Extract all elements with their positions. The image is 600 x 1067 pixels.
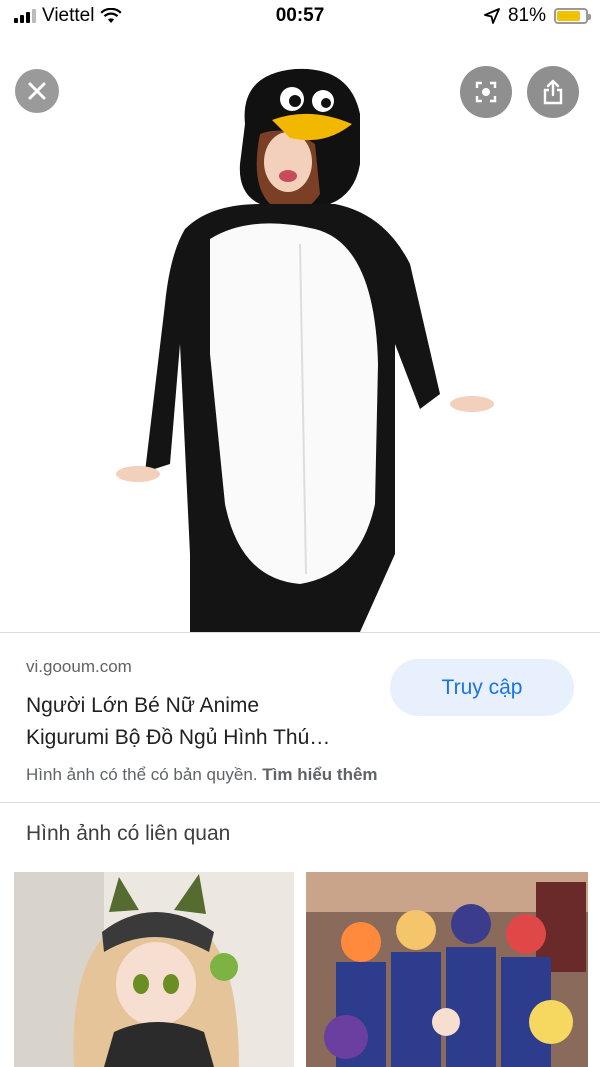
location-arrow-icon [484,8,500,24]
result-title-line-1: Người Lớn Bé Nữ Anime [26,694,260,717]
status-bar: Viettel 00:57 81% [0,0,600,34]
share-icon [543,79,563,105]
source-domain[interactable]: vi.gooum.com [26,657,132,677]
close-icon [28,82,46,100]
image-viewer [0,34,600,632]
related-image-2-picture [306,872,588,1067]
copyright-notice: Hình ảnh có thể có bản quyền. Tìm hiểu t… [26,765,378,785]
main-image-penguin-costume[interactable] [110,54,510,632]
related-image-2[interactable] [306,872,588,1067]
related-image-1-picture [14,872,294,1067]
share-button[interactable] [527,66,579,118]
result-title[interactable]: Người Lớn Bé Nữ Anime Kigurumi Bộ Đồ Ngủ… [26,690,376,754]
battery-percent: 81% [507,5,546,26]
lens-button[interactable] [460,66,512,118]
lens-icon [475,81,497,103]
result-title-line-2: Kigurumi Bộ Đồ Ngủ Hình Thú… [26,726,331,749]
battery-icon [554,8,591,24]
divider [0,632,600,633]
learn-more-link[interactable]: Tìm hiểu thêm [262,765,377,784]
related-images-heading: Hình ảnh có liên quan [26,822,231,845]
status-right: 81% [484,5,591,27]
divider [0,802,600,803]
visit-button[interactable]: Truy cập [390,659,574,716]
copyright-text: Hình ảnh có thể có bản quyền. [26,765,258,784]
related-image-1[interactable] [14,872,294,1067]
close-button[interactable] [15,69,59,113]
